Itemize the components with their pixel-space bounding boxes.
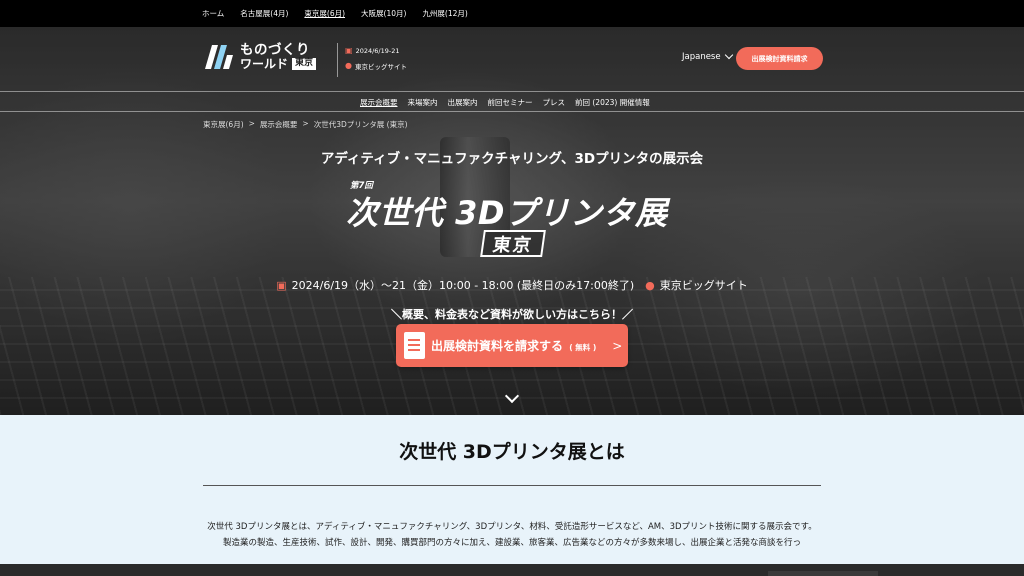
logo-line2-row: ワールド 東京 xyxy=(240,56,317,71)
subnav-previous-info[interactable]: 前回 (2023) 開催情報 xyxy=(575,97,650,108)
logo-mark-icon xyxy=(205,45,233,69)
breadcrumb-separator: > xyxy=(302,119,309,128)
subnav-previous-seminars[interactable]: 前回セミナー xyxy=(488,97,533,108)
request-materials-cta-button[interactable]: 出展検討資料を請求する ( 無料 ) > xyxy=(396,324,628,367)
logo-city-badge: 東京 xyxy=(292,58,317,71)
language-label: Japanese xyxy=(682,52,721,62)
hero-title: 次世代 3Dプリンタ展 xyxy=(346,194,668,232)
cta-label: 出展検討資料を請求する ( 無料 ) xyxy=(431,337,596,354)
event-date-row: ▣ 2024/6/19-21 xyxy=(345,43,407,58)
cookie-accept-button[interactable] xyxy=(768,571,878,576)
logo-line1: ものづくり xyxy=(240,41,310,58)
breadcrumb-tokyo[interactable]: 東京展(6月) xyxy=(203,119,244,130)
site-logo[interactable]: ものづくり ワールド 東京 xyxy=(203,41,317,73)
about-description: 次世代 3Dプリンタ展とは、アディティブ・マニュファクチャリング、3Dプリンタ、… xyxy=(203,519,821,551)
breadcrumb-separator: > xyxy=(248,119,255,128)
region-links: ホーム 名古屋展(4月) 東京展(6月) 大阪展(10月) 九州展(12月) xyxy=(202,0,468,27)
cta-free-label: ( 無料 ) xyxy=(569,343,597,352)
location-pin-icon: ● xyxy=(645,278,655,292)
sub-navigation: 展示会概要 来場案内 出展案内 前回セミナー プレス 前回 (2023) 開催情… xyxy=(0,91,1024,112)
language-selector[interactable]: Japanese xyxy=(682,50,733,62)
hero-dates-row: ▣ 2024/6/19（水）～21（金）10:00 - 18:00 (最終日のみ… xyxy=(0,277,1024,293)
hero-section: ものづくり ワールド 東京 ▣ 2024/6/19-21 ● 東京ビッグサイト … xyxy=(0,27,1024,415)
event-dates: 2024/6/19-21 xyxy=(355,46,400,55)
breadcrumb-overview[interactable]: 展示会概要 xyxy=(260,119,298,130)
cta-lead-text: ＼概要、料金表など資料が欲しい方はこちら！／ xyxy=(391,308,633,321)
logo-text: ものづくり ワールド 東京 xyxy=(240,41,317,71)
event-info: ▣ 2024/6/19-21 ● 東京ビッグサイト xyxy=(337,43,407,77)
top-navigation: ホーム 名古屋展(4月) 東京展(6月) 大阪展(10月) 九州展(12月) xyxy=(0,0,1024,27)
request-materials-button[interactable]: 出展検討資料請求 xyxy=(736,47,823,70)
hero-city-badge: 東京 xyxy=(480,230,546,257)
nav-nagoya[interactable]: 名古屋展(4月) xyxy=(240,8,288,19)
nav-tokyo[interactable]: 東京展(6月) xyxy=(304,8,345,19)
calendar-icon: ▣ xyxy=(276,278,287,292)
hero-tagline: アディティブ・マニュファクチャリング、3Dプリンタの展示会 xyxy=(320,151,704,167)
about-paragraph: 製造業の製造、生産技術、試作、設計、開発、購買部門の方々に加え、建設業、旅客業、… xyxy=(222,538,801,548)
subnav-overview[interactable]: 展示会概要 xyxy=(360,97,398,108)
chevron-right-icon: > xyxy=(612,338,623,353)
chevron-down-icon xyxy=(724,50,733,60)
nav-home[interactable]: ホーム xyxy=(202,8,224,19)
about-divider xyxy=(203,485,821,486)
breadcrumb-current: 次世代3Dプリンタ展 (東京) xyxy=(313,120,408,129)
subnav-visitor-guide[interactable]: 来場案内 xyxy=(408,97,438,108)
about-paragraph: 次世代 3Dプリンタ展とは、アディティブ・マニュファクチャリング、3Dプリンタ、… xyxy=(207,522,817,532)
event-venue-row: ● 東京ビッグサイト xyxy=(345,58,407,73)
cta-main-label: 出展検討資料を請求する xyxy=(431,339,564,353)
about-heading: 次世代 3Dプリンタ展とは xyxy=(399,441,625,463)
sub-navigation-items: 展示会概要 来場案内 出展案内 前回セミナー プレス 前回 (2023) 開催情… xyxy=(360,92,650,113)
document-icon xyxy=(404,332,425,359)
logo-line2: ワールド xyxy=(240,56,289,71)
calendar-icon: ▣ xyxy=(345,46,353,55)
cookie-banner xyxy=(0,564,1024,576)
subnav-press[interactable]: プレス xyxy=(543,97,566,108)
about-section: 次世代 3Dプリンタ展とは 次世代 3Dプリンタ展とは、アディティブ・マニュファ… xyxy=(0,415,1024,576)
nav-kyushu[interactable]: 九州展(12月) xyxy=(422,8,467,19)
location-pin-icon: ● xyxy=(345,61,352,70)
hero-venue: 東京ビッグサイト xyxy=(659,279,748,292)
hero-dates: 2024/6/19（水）～21（金）10:00 - 18:00 (最終日のみ17… xyxy=(291,279,635,292)
subnav-exhibitor-guide[interactable]: 出展案内 xyxy=(448,97,478,108)
event-venue: 東京ビッグサイト xyxy=(354,62,407,71)
nav-osaka[interactable]: 大阪展(10月) xyxy=(361,8,406,19)
breadcrumb: 東京展(6月) > 展示会概要 > 次世代3Dプリンタ展 (東京) xyxy=(203,119,408,130)
